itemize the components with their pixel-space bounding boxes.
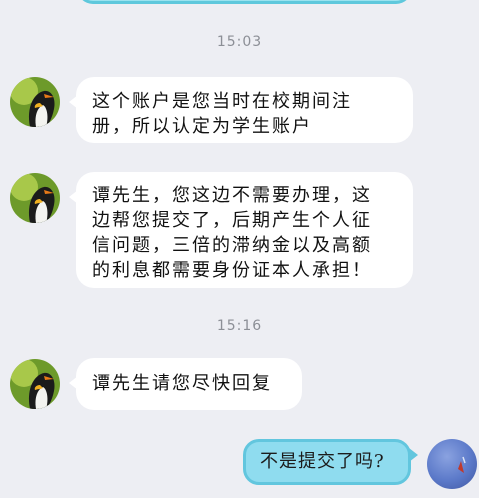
message-line: 册，所以认定为学生账户 xyxy=(92,116,312,137)
penguin-icon xyxy=(10,173,60,223)
profile-icon xyxy=(458,456,466,473)
message-line: 谭先生，您这边不需要办理，这 xyxy=(92,185,372,206)
message-line: 这个账户是您当时在校期间注 xyxy=(92,91,352,112)
message-line: 边帮您提交了，后期产生个人征 xyxy=(92,210,372,231)
timestamp: 15:16 xyxy=(216,318,263,334)
timestamp: 15:03 xyxy=(216,34,263,50)
message-bubble-outgoing[interactable]: 不是提交了吗? xyxy=(243,439,418,485)
message-line: 谭先生请您尽快回复 xyxy=(92,373,272,394)
penguin-avatar[interactable] xyxy=(10,173,60,223)
penguin-icon xyxy=(10,359,60,409)
message-bubble-incoming[interactable]: 谭先生，您这边不需要办理，这 边帮您提交了，后期产生个人征 信问题，三倍的滞纳金… xyxy=(69,172,413,288)
message-bubble-incoming[interactable]: 这个账户是您当时在校期间注 册，所以认定为学生账户 xyxy=(69,77,413,143)
message-bubble-incoming[interactable]: 谭先生请您尽快回复 xyxy=(69,358,302,410)
message-line: 信问题，三倍的滞纳金以及高额 xyxy=(92,235,372,256)
previous-outgoing-bubble[interactable] xyxy=(77,0,412,4)
message-line: 的利息都需要身份证本人承担！ xyxy=(92,260,372,281)
penguin-avatar[interactable] xyxy=(10,359,60,409)
self-avatar[interactable] xyxy=(427,439,477,489)
penguin-avatar[interactable] xyxy=(10,77,60,127)
message-text: 不是提交了吗? xyxy=(260,451,385,472)
penguin-icon xyxy=(10,77,60,127)
